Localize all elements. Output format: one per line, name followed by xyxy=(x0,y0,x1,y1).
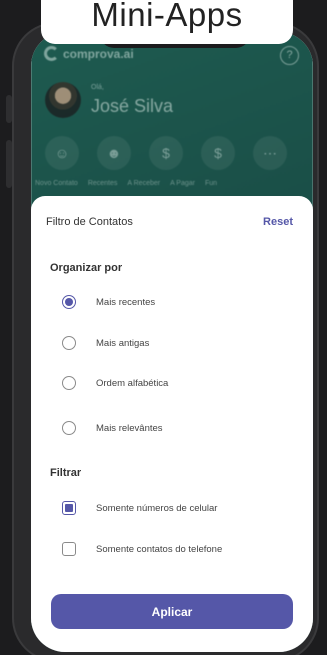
filter-section-title: Filtrar xyxy=(50,467,82,479)
sheet-title: Filtro de Contatos xyxy=(46,216,133,228)
avatar[interactable] xyxy=(45,82,81,118)
option-label: Mais recentes xyxy=(96,296,156,308)
user-icon[interactable]: ☺ xyxy=(45,136,79,170)
option-label: Mais antigas xyxy=(96,337,150,349)
user-name: José Silva xyxy=(91,96,174,116)
brand-name: comprova.ai xyxy=(63,46,134,61)
option-label: Mais relevântes xyxy=(96,422,163,434)
shortcut-label: A Receber xyxy=(127,180,161,187)
brand-logo: comprova.ai xyxy=(44,46,134,61)
reset-button[interactable]: Reset xyxy=(263,216,293,228)
radio-button[interactable] xyxy=(62,421,76,435)
sort-option-relevant[interactable]: Mais relevântes xyxy=(62,421,163,435)
phone-side-button xyxy=(6,140,12,188)
user-greeting: Olá, xyxy=(91,84,104,91)
pay-icon[interactable]: $ xyxy=(201,136,235,170)
shortcut-labels: Novo Contato Recentes A Receber A Pagar … xyxy=(35,180,217,187)
option-label: Ordem alfabética xyxy=(96,377,169,389)
shortcut-label: Novo Contato xyxy=(35,180,78,187)
sort-option-alphabetical[interactable]: Ordem alfabética xyxy=(62,376,168,390)
checkbox[interactable] xyxy=(62,542,76,556)
phone-screen: comprova.ai ? Olá, José Silva ☺ ☻ $ $ ⋯ … xyxy=(31,32,313,652)
radio-button[interactable] xyxy=(62,295,76,309)
filter-option-phone-contacts[interactable]: Somente contatos do telefone xyxy=(62,542,222,556)
filter-option-mobile[interactable]: Somente números de celular xyxy=(62,501,217,515)
receive-icon[interactable]: $ xyxy=(149,136,183,170)
more-icon[interactable]: ⋯ xyxy=(253,136,287,170)
users-icon[interactable]: ☻ xyxy=(97,136,131,170)
help-icon[interactable]: ? xyxy=(280,46,299,65)
shortcut-bar: ☺ ☻ $ $ ⋯ xyxy=(45,136,287,170)
phone-side-button xyxy=(6,95,12,123)
sort-section-title: Organizar por xyxy=(50,262,123,274)
option-label: Somente contatos do telefone xyxy=(96,543,223,555)
shortcut-label: Recentes xyxy=(87,180,118,187)
checkbox[interactable] xyxy=(62,501,76,515)
sort-option-recent[interactable]: Mais recentes xyxy=(62,295,155,309)
logo-icon xyxy=(44,46,59,61)
sort-option-oldest[interactable]: Mais antigas xyxy=(62,336,149,350)
shortcut-label: A Pagar xyxy=(170,180,195,187)
apply-button[interactable]: Aplicar xyxy=(51,594,293,629)
shortcut-label: Fun xyxy=(205,180,218,187)
radio-button[interactable] xyxy=(62,336,76,350)
filter-sheet: Filtro de Contatos Reset Organizar por M… xyxy=(31,196,313,652)
banner-title: Mini-Apps xyxy=(41,0,293,44)
radio-button[interactable] xyxy=(62,376,76,390)
option-label: Somente números de celular xyxy=(96,502,218,514)
